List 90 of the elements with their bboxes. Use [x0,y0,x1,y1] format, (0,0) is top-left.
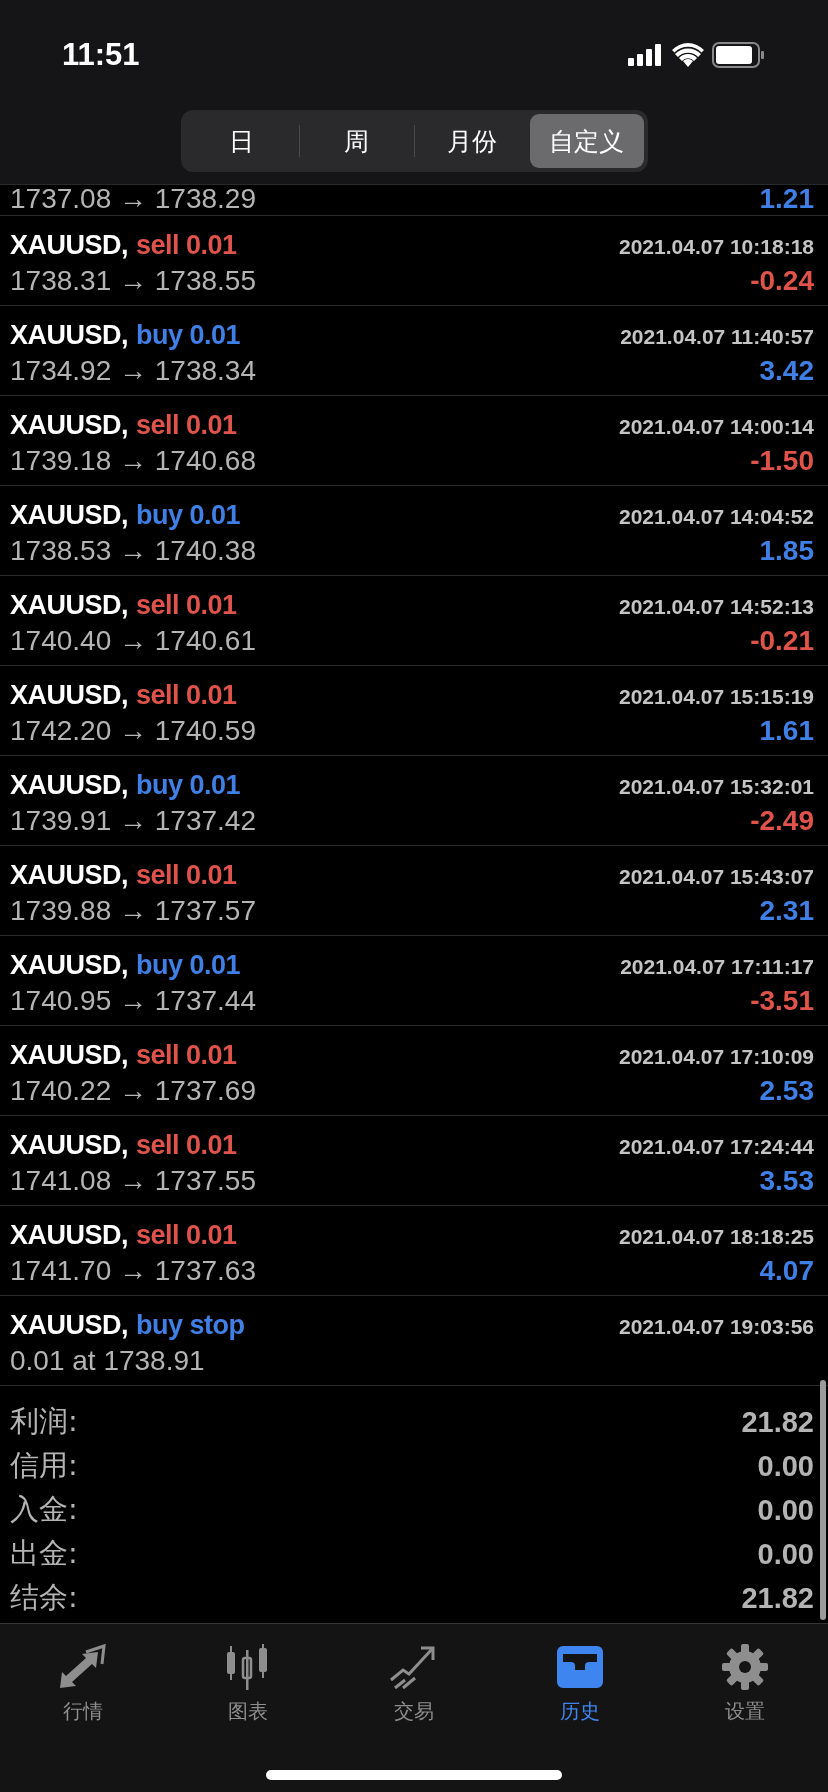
summary-label: 信用: [10,1447,78,1484]
period-tab[interactable]: 周 [299,114,414,168]
summary-value: 21.82 [741,1581,814,1615]
trade-side: buy stop [136,1310,245,1341]
trade-symbol: XAUUSD, [10,1310,128,1341]
trade-symbol: XAUUSD, [10,1130,128,1161]
trade-prices: 1740.22 → 1737.69 [10,1075,256,1107]
trade-side: sell 0.01 [136,410,237,441]
summary-label: 利润: [10,1403,78,1440]
trade-symbol: XAUUSD, [10,410,128,441]
trade-time: 2021.04.07 17:10:09 [619,1045,814,1069]
trade-prices: 1738.31 → 1738.55 [10,265,256,297]
summary-value: 0.00 [757,1449,814,1483]
trade-side: buy 0.01 [136,950,241,981]
trade-prices: 1741.08 → 1737.55 [10,1165,256,1197]
trade-symbol: XAUUSD, [10,680,128,711]
trade-side: buy 0.01 [136,320,241,351]
trade-symbol: XAUUSD, [10,770,128,801]
trade-time: 2021.04.07 19:03:56 [619,1315,814,1339]
trade-side: buy 0.01 [136,770,241,801]
summary-label: 结余: [10,1579,78,1616]
trade-prices: 0.01 at 1738.91 [10,1345,205,1377]
trade-symbol: XAUUSD, [10,590,128,621]
trade-time: 2021.04.07 14:52:13 [619,595,814,619]
summary-label: 入金: [10,1491,78,1528]
trade-prices: 1739.91 → 1737.42 [10,805,256,837]
trade-symbol: XAUUSD, [10,1040,128,1071]
trade-time: 2021.04.07 15:15:19 [619,685,814,709]
trade-time: 2021.04.07 14:04:52 [619,505,814,529]
trade-side: sell 0.01 [136,230,237,261]
summary-label: 出金: [10,1535,78,1572]
clock-time: 11:51 [62,37,140,73]
trade-side: sell 0.01 [136,1040,237,1071]
nav-tab[interactable]: 交易 [331,1638,497,1729]
nav-tab[interactable]: 历史 [496,1638,663,1729]
trade-profit: 1.61 [759,715,814,747]
trade-profit: 3.53 [759,1165,814,1197]
trade-profit: 2.31 [759,895,814,927]
trade-prices: 1734.92 → 1738.34 [10,355,256,387]
trade-prices: 1742.20 → 1740.59 [10,715,256,747]
trade-profit: -0.24 [750,265,814,297]
summary-value: 0.00 [757,1493,814,1527]
trade-profit: -2.49 [750,805,814,837]
trade-time: 2021.04.07 17:24:44 [619,1135,814,1159]
scrollbar[interactable] [820,1380,826,1620]
period-tab[interactable]: 月份 [414,114,529,168]
summary-value: 21.82 [741,1405,814,1439]
nav-tab[interactable]: 图表 [165,1638,332,1729]
trade-symbol: XAUUSD, [10,1220,128,1251]
trade-profit: -0.21 [750,625,814,657]
trade-profit: 2.53 [759,1075,814,1107]
trade-side: sell 0.01 [136,680,237,711]
wifi-icon [672,43,704,67]
trade-prices: 1740.95 → 1737.44 [10,985,256,1017]
trade-time: 2021.04.07 14:00:14 [619,415,814,439]
trade-prices: 1739.18 → 1740.68 [10,445,256,477]
trade-time: 2021.04.07 10:18:18 [619,235,814,259]
trade-profit: 4.07 [759,1255,814,1287]
trade-side: sell 0.01 [136,590,237,621]
trade-time: 2021.04.07 15:43:07 [619,865,814,889]
trade-symbol: XAUUSD, [10,500,128,531]
trade-profit: 3.42 [759,355,814,387]
trade-side: sell 0.01 [136,1130,237,1161]
trade-time: 2021.04.07 18:18:25 [619,1225,814,1249]
trade-side: sell 0.01 [136,1220,237,1251]
trade-prices: 1737.08 → 1738.29 [10,185,256,215]
trade-symbol: XAUUSD, [10,320,128,351]
trade-prices: 1738.53 → 1740.38 [10,535,256,567]
trade-time: 2021.04.07 17:11:17 [620,955,814,979]
trade-symbol: XAUUSD, [10,950,128,981]
trade-symbol: XAUUSD, [10,230,128,261]
trade-prices: 1740.40 → 1740.61 [10,625,256,657]
trade-time: 2021.04.07 15:32:01 [619,775,814,799]
trade-profit: -1.50 [750,445,814,477]
nav-tab[interactable]: 设置 [662,1638,828,1729]
trade-time: 2021.04.07 11:40:57 [620,325,814,349]
trade-prices: 1739.88 → 1737.57 [10,895,256,927]
signal-icon [628,44,664,66]
trade-side: buy 0.01 [136,500,241,531]
trade-profit: 1.21 [759,185,814,215]
summary-value: 0.00 [757,1537,814,1571]
nav-tab[interactable]: 行情 [0,1638,166,1729]
trade-profit: 1.85 [759,535,814,567]
trade-prices: 1741.70 → 1737.63 [10,1255,256,1287]
trade-profit: -3.51 [750,985,814,1017]
period-tab[interactable]: 自定义 [529,114,644,168]
trade-side: sell 0.01 [136,860,237,891]
trade-symbol: XAUUSD, [10,860,128,891]
period-tab[interactable]: 日 [184,114,299,168]
battery-icon [712,42,766,68]
